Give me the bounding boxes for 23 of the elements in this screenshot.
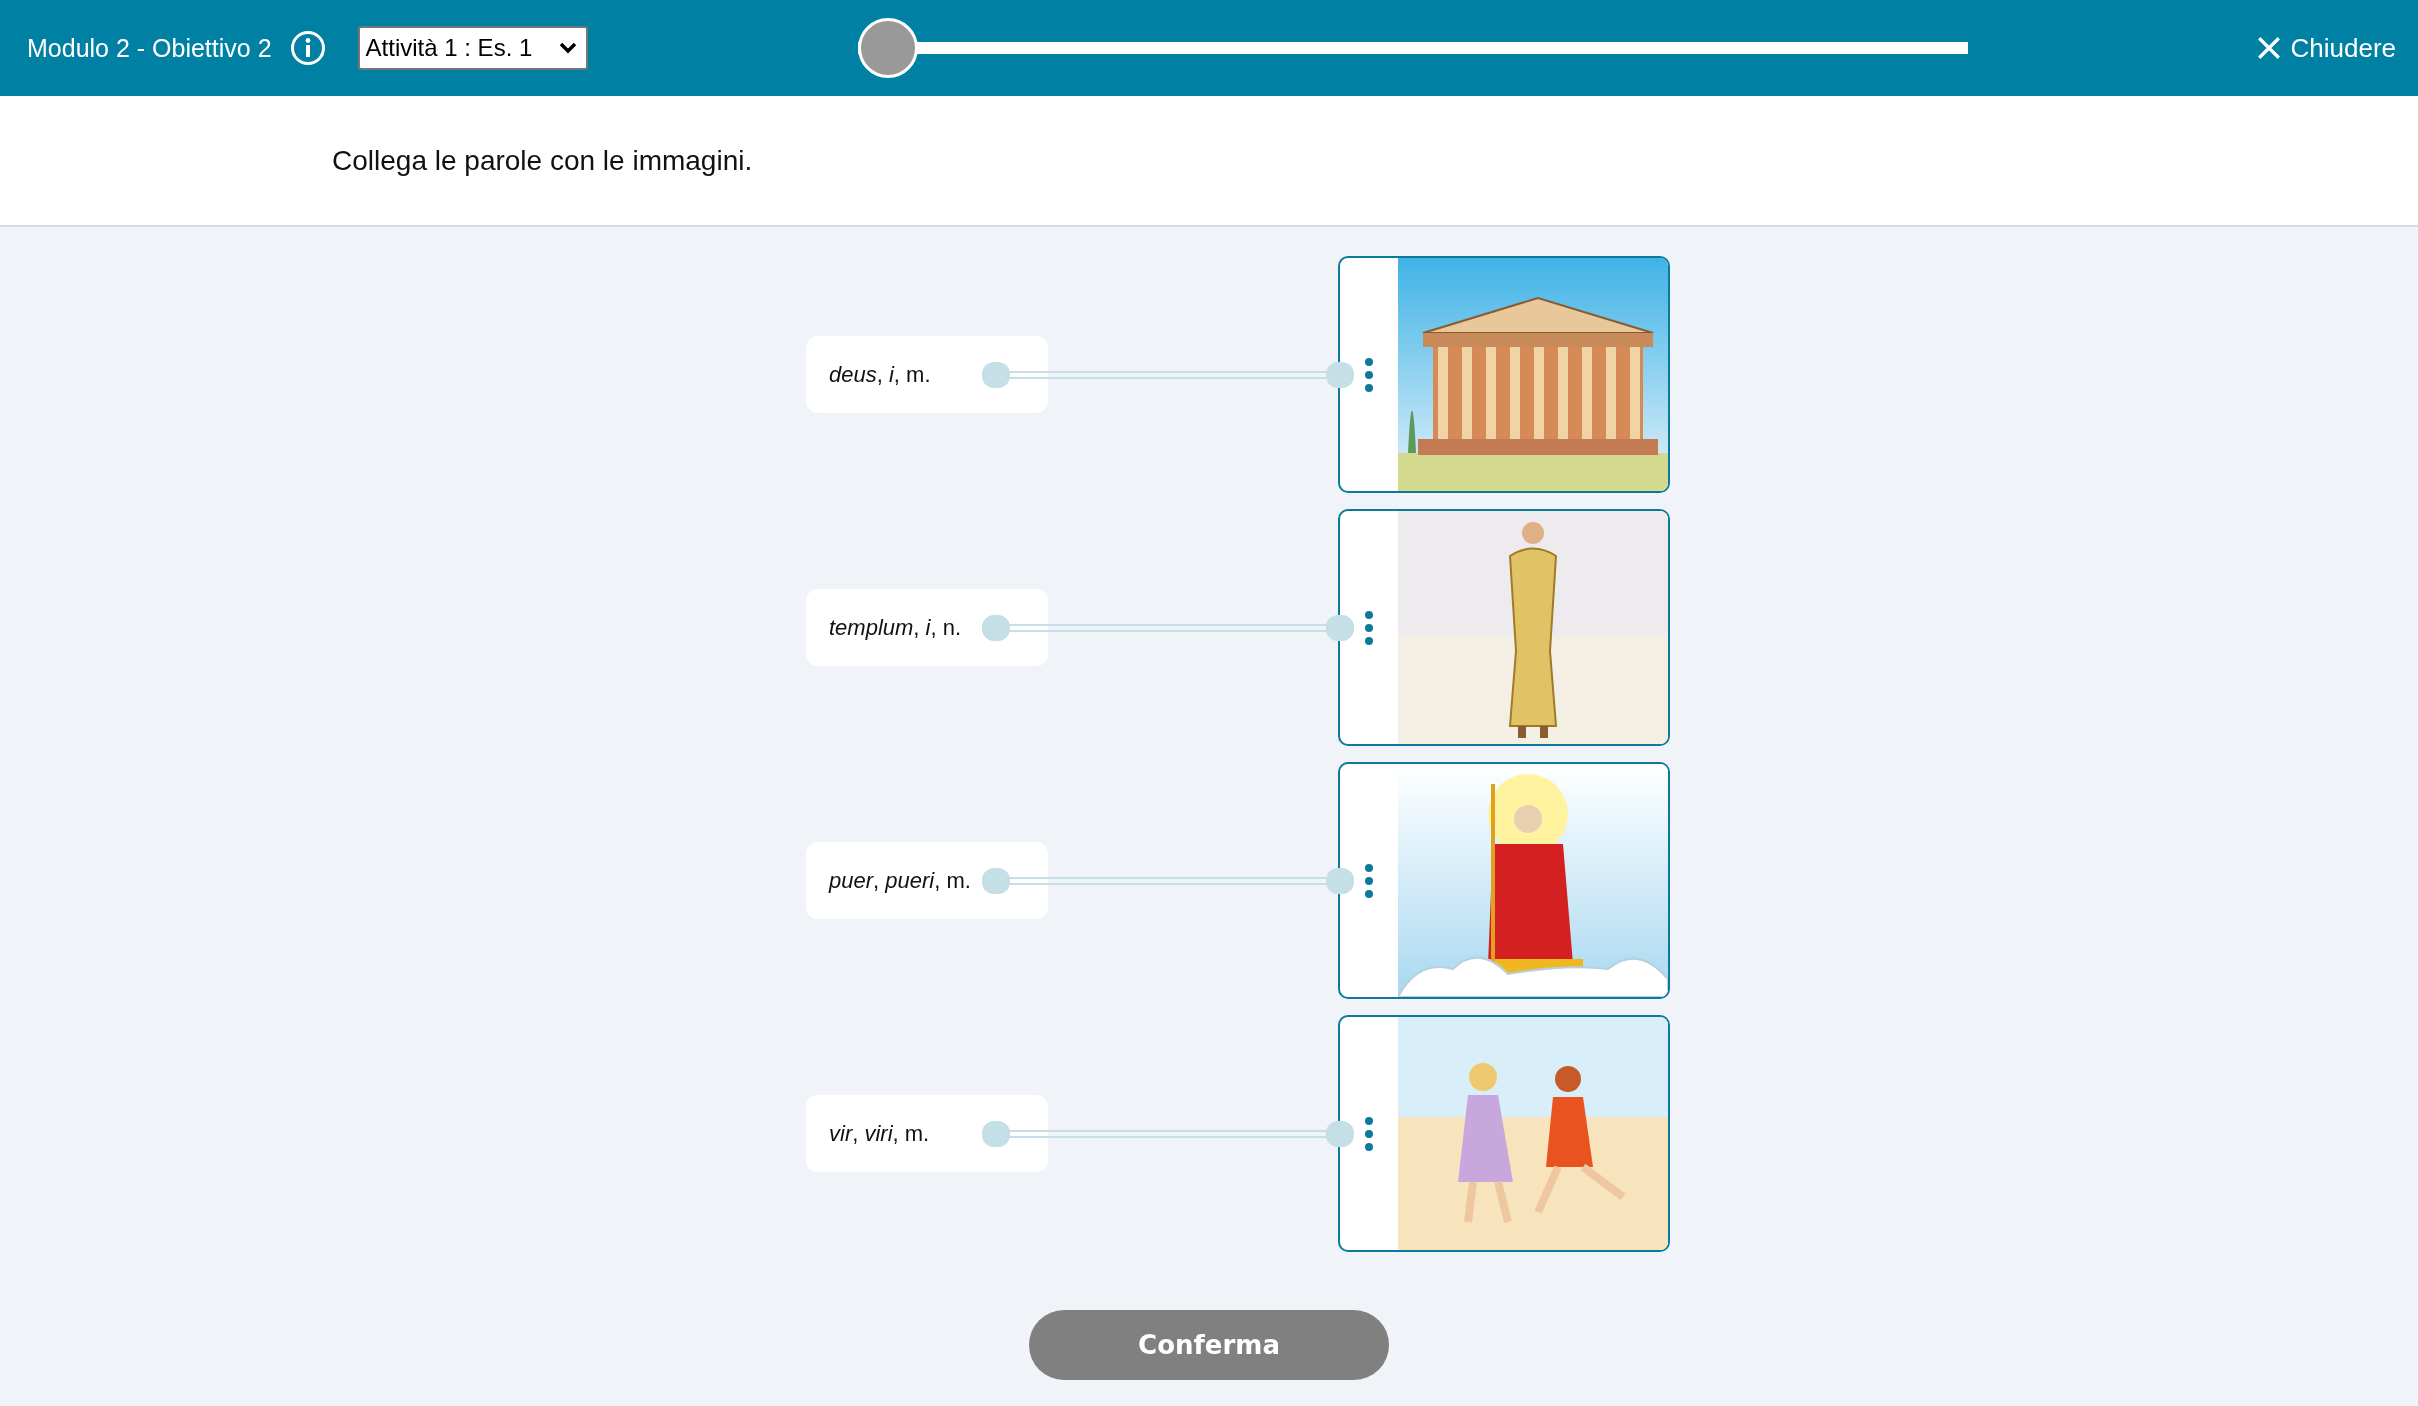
word-label: templum, i, n. [829,614,962,641]
word-label: vir, viri, m. [829,1120,930,1147]
activity-dropdown[interactable]: Attività 1 : Es. 1 [357,26,588,70]
picture-card[interactable] [1338,1015,1670,1252]
instruction-text: Collega le parole con le immagini. [332,144,753,177]
word-card[interactable]: deus, i, m. [806,336,1048,413]
picture-card[interactable] [1338,256,1670,493]
word-card[interactable]: vir, viri, m. [806,1095,1048,1172]
drag-handle-icon[interactable] [1364,862,1374,899]
chevron-down-icon [557,41,578,55]
close-button[interactable]: Chiudere [2252,28,2400,68]
close-icon [2256,35,2283,61]
drag-handle-icon[interactable] [1364,1115,1374,1152]
word-card[interactable]: templum, i, n. [806,589,1048,666]
module-title: Modulo 2 - Obiettivo 2 [27,33,272,63]
word-label: deus, i, m. [829,361,931,388]
picture-card[interactable] [1338,509,1670,746]
info-icon[interactable] [289,30,326,66]
word-card[interactable]: puer, pueri, m. [806,842,1048,919]
drag-handle-icon[interactable] [1364,356,1374,393]
picture-card[interactable] [1338,762,1670,999]
word-label: puer, pueri, m. [829,867,971,894]
drag-handle-icon[interactable] [1364,609,1374,646]
